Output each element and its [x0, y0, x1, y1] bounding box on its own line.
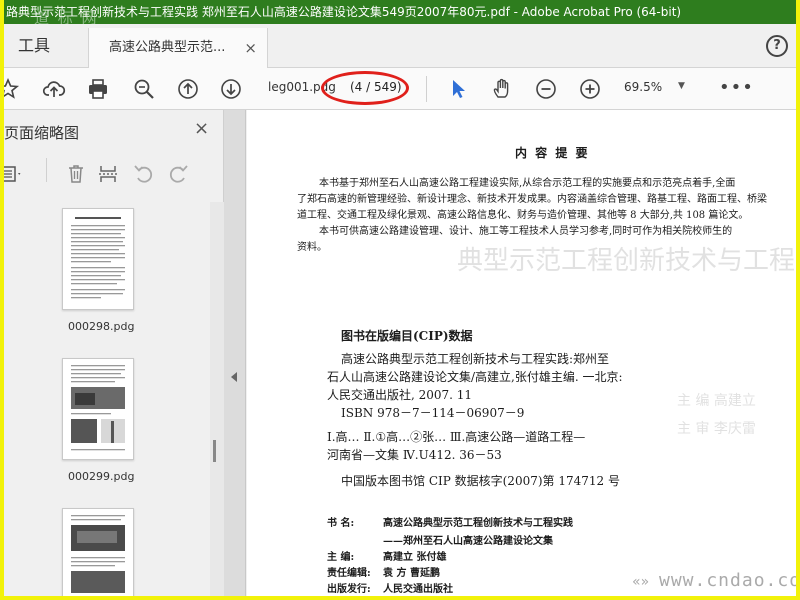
thumbnail-scroll-thumb[interactable] [213, 440, 216, 462]
cip-title: 图书在版编目(CIP)数据 [341, 329, 473, 343]
corner-watermark: www.cndao.com [659, 570, 796, 591]
page-up-icon[interactable] [176, 77, 200, 101]
cip-line: 高速公路典型示范工程创新技术与工程实践:郑州至 [341, 352, 610, 366]
colophon-key: 书 名: [327, 518, 355, 529]
rotate-ccw-icon[interactable] [132, 162, 156, 186]
panel-toolbar [4, 158, 224, 192]
zoom-in-icon[interactable] [578, 77, 602, 101]
page-thumbnails-panel: 页面缩略图 × 000298.pdg 000299.pdg [4, 110, 224, 596]
panel-separator [46, 158, 47, 182]
thumbnail-list: 000298.pdg 000299.pdg [4, 202, 210, 596]
document-page: 典型示范工程创新技术与工程实践 主 编 高建立 主 审 李庆雷 内 容 提 要 … [247, 110, 796, 596]
colophon-key: 出版发行: [327, 584, 371, 595]
colophon-key: 主 编: [327, 552, 355, 563]
zoom-out-icon[interactable] [534, 77, 558, 101]
summary-line: 本书可供高速公路建设管理、设计、施工等工程技术人员学习参考,同时可作为相关院校师… [319, 226, 733, 237]
select-cursor-icon[interactable] [447, 77, 471, 101]
upload-icon[interactable] [42, 77, 66, 101]
toolbar-separator [426, 76, 427, 102]
colophon-value: 高速公路典型示范工程创新技术与工程实践 [383, 518, 573, 529]
summary-line: 了郑石高速的新管理经验、新设计理念、新技术开发成果。内容涵盖综合管理、路基工程、… [297, 194, 767, 205]
star-icon[interactable] [4, 77, 20, 101]
bleed-through-text: 典型示范工程创新技术与工程实践 [457, 246, 796, 276]
cip-line: 人民交通出版社, 2007. 11 [327, 388, 473, 402]
page-down-icon[interactable] [219, 77, 243, 101]
colophon-value: 人民交通出版社 [383, 584, 453, 595]
zoom-dropdown-icon[interactable]: ▼ [678, 81, 685, 91]
insert-page-icon[interactable] [96, 162, 120, 186]
page-thumbnail[interactable] [62, 208, 134, 310]
thumbnail-scrollbar[interactable] [210, 202, 224, 596]
tab-bar: 工具 高速公路典型示范... × ? [4, 24, 796, 68]
tab-document-label: 高速公路典型示范... [109, 40, 226, 55]
help-icon[interactable]: ? [766, 35, 788, 57]
panel-collapse-bar[interactable] [224, 110, 246, 596]
bleed-through-text: 主 编 高建立 [677, 393, 756, 409]
title-bar: 路典型示范工程创新技术与工程实践 郑州至石人山高速公路建设论文集549页2007… [4, 0, 796, 24]
trash-icon[interactable] [64, 162, 88, 186]
zoom-search-icon[interactable] [132, 77, 156, 101]
colophon-value: 高建立 张付雄 [383, 552, 447, 563]
hand-icon[interactable] [490, 77, 514, 101]
classification-line: Ⅰ.高… Ⅱ.①高…②张… Ⅲ.高速公路—道路工程— [327, 430, 586, 444]
print-icon[interactable] [86, 77, 110, 101]
zoom-level-select[interactable]: 69.5% [624, 80, 662, 94]
thumbnail-options-icon[interactable] [4, 162, 22, 186]
panel-title: 页面缩略图 [4, 124, 80, 142]
summary-line: 资料。 [297, 242, 327, 253]
collapse-arrow-icon[interactable] [231, 372, 237, 382]
rotate-cw-icon[interactable] [166, 162, 190, 186]
watermark-fish-icon: «» [632, 574, 650, 590]
page-thumbnail[interactable] [62, 358, 134, 460]
red-highlight-ellipse [321, 71, 409, 105]
colophon-key: 责任编辑: [327, 568, 371, 579]
acrobat-window: 路典型示范工程创新技术与工程实践 郑州至石人山高速公路建设论文集549页2007… [4, 0, 796, 596]
thumbnail-label: 000299.pdg [68, 470, 135, 483]
isbn: ISBN 978－7－114－06907－9 [341, 406, 525, 420]
panel-close-icon[interactable]: × [194, 118, 209, 139]
tab-document[interactable]: 高速公路典型示范... × [88, 28, 268, 68]
summary-heading: 内 容 提 要 [515, 146, 590, 160]
cip-number: 中国版本图书馆 CIP 数据核字(2007)第 174712 号 [341, 474, 620, 488]
page-thumbnail[interactable] [62, 508, 134, 596]
cip-line: 石人山高速公路建设论文集/高建立,张付雄主编. 一北京: [327, 370, 623, 384]
tab-close-icon[interactable]: × [244, 28, 257, 68]
summary-line: 道工程、交通工程及绿化景观、高速公路信息化、财务与造价管理、其他等 8 大部分,… [297, 210, 749, 221]
thumbnail-label: 000298.pdg [68, 320, 135, 333]
title-watermark: 道 标 网 [34, 9, 99, 24]
colophon-value: ——郑州至石人山高速公路建设论文集 [383, 536, 553, 547]
toolbar: leg001.pdg (4 / 549) 69.5% ▼ ••• [4, 68, 796, 110]
classification-line: 河南省—文集 Ⅳ.U412. 36－53 [327, 448, 502, 462]
colophon-value: 袁 方 曹延鹏 [383, 568, 440, 579]
summary-line: 本书基于郑州至石人山高速公路工程建设实际,从综合示范工程的实施要点和示范亮点着手… [319, 178, 736, 189]
window-title: 路典型示范工程创新技术与工程实践 郑州至石人山高速公路建设论文集549页2007… [6, 5, 682, 19]
more-icon[interactable]: ••• [719, 77, 754, 98]
tab-tools[interactable]: 工具 [18, 24, 50, 68]
bleed-through-text: 主 审 李庆雷 [677, 421, 756, 437]
